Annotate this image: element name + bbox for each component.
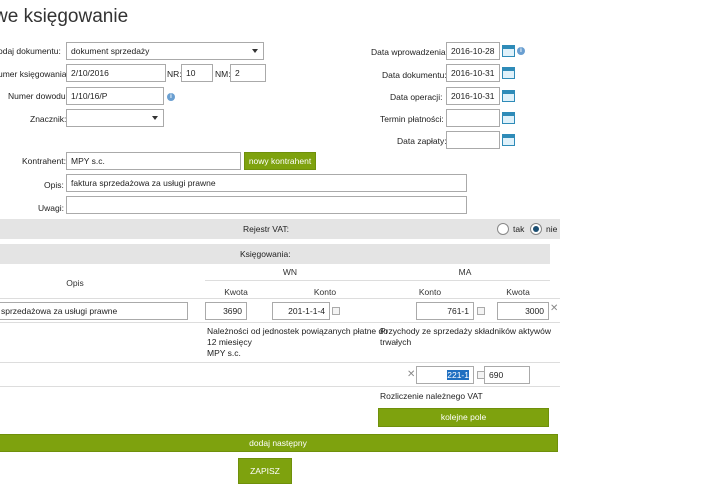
header-divider [205, 280, 550, 281]
row-divider [0, 362, 560, 363]
ma2-amount-input[interactable]: 690 [484, 366, 530, 384]
chevron-down-icon [152, 116, 158, 120]
proof-no-label: Numer dowodu: [8, 91, 69, 101]
calendar-icon[interactable] [502, 67, 515, 79]
nr-label: NR: [167, 69, 182, 79]
nm-input[interactable]: 2 [230, 64, 266, 82]
ma-amount-input[interactable]: 3000 [497, 302, 549, 320]
doc-date-input[interactable]: 2016-10-31 [446, 64, 500, 82]
account-picker-icon[interactable] [477, 307, 485, 315]
doc-type-label: odaj dokumentu: [0, 46, 61, 56]
calendar-icon[interactable] [502, 134, 515, 146]
vat-no-label: nie [546, 224, 558, 234]
col-opis-header: Opis [66, 278, 84, 288]
new-contractor-button[interactable]: nowy kontrahent [244, 152, 316, 170]
marker-select[interactable] [66, 109, 164, 127]
vat-no-radio[interactable] [530, 223, 542, 235]
ma-account-input[interactable]: 761-1 [416, 302, 474, 320]
notes-label: Uwagi: [38, 203, 64, 213]
wn-account-desc-line3: MPY s.c. [207, 348, 241, 358]
col-ma-header: MA [458, 267, 472, 277]
row-divider [0, 386, 560, 387]
vat-register-label: Rejestr VAT: [243, 224, 289, 234]
wn-account-desc-line1: Należności od jednostek powiązanych płat… [207, 326, 388, 336]
description-input[interactable]: faktura sprzedażowa za usługi prawne [66, 174, 467, 192]
chevron-down-icon [252, 49, 258, 53]
contractor-label: Kontrahent: [22, 156, 66, 166]
ma2-account-value: 221-1 [447, 370, 469, 380]
marker-label: Znacznik: [30, 114, 67, 124]
wn-amount-input[interactable]: 3690 [205, 302, 247, 320]
notes-input[interactable] [66, 196, 467, 214]
pay-date-input[interactable] [446, 131, 500, 149]
description-label: Opis: [44, 180, 64, 190]
doc-type-value: dokument sprzedaży [71, 46, 150, 56]
due-date-input[interactable] [446, 109, 500, 127]
pay-date-label: Data zapłaty: [397, 136, 447, 146]
remove-row-icon[interactable]: ✕ [550, 303, 558, 314]
proof-no-input[interactable]: 1/10/16/P [66, 87, 164, 105]
wn-account-input[interactable]: 201-1-1-4 [272, 302, 330, 320]
doc-type-select[interactable]: dokument sprzedaży [66, 42, 264, 60]
calendar-icon[interactable] [502, 45, 515, 57]
account-picker-icon[interactable] [332, 307, 340, 315]
add-next-button[interactable]: dodaj następny [0, 434, 558, 452]
ma2-account-description: Rozliczenie należnego VAT [380, 391, 483, 401]
contractor-input[interactable]: MPY s.c. [66, 152, 241, 170]
col-ma-kwota-header: Kwota [506, 287, 530, 297]
calendar-icon[interactable] [502, 90, 515, 102]
page-title: we księgowanie [0, 6, 129, 27]
ma2-account-input[interactable]: 221-1 [416, 366, 474, 384]
wn-account-desc-line2: 12 miesięcy [207, 337, 252, 347]
vat-yes-radio[interactable] [497, 223, 509, 235]
accounting-no-label: umer księgowania: [0, 69, 69, 79]
ma-account-desc-line1: Przychody ze sprzedaży składników aktywó… [380, 326, 552, 336]
vat-yes-label: tak [513, 224, 525, 234]
save-button[interactable]: ZAPISZ [238, 458, 292, 484]
wn-account-description: Należności od jednostek powiązanych płat… [207, 326, 388, 359]
header-bottom-divider [0, 298, 560, 299]
op-date-label: Data operacji: [390, 92, 443, 102]
ma-account-desc-line2: trwałych [380, 337, 412, 347]
entry-date-label: Data wprowadzenia: [371, 47, 449, 57]
remove-field-icon[interactable]: ✕ [407, 369, 415, 380]
due-date-label: Termin płatności: [380, 114, 444, 124]
calendar-icon[interactable] [502, 112, 515, 124]
doc-date-label: Data dokumentu: [382, 70, 447, 80]
ma-account-description: Przychody ze sprzedaży składników aktywó… [380, 326, 555, 348]
col-wn-kwota-header: Kwota [224, 287, 248, 297]
nm-label: NM: [215, 69, 231, 79]
col-ma-konto-header: Konto [418, 287, 442, 297]
entry-date-input[interactable]: 2016-10-28 [446, 42, 500, 60]
row-description-input[interactable]: sprzedażowa za usługi prawne [0, 302, 188, 320]
accounting-no-input[interactable]: 2/10/2016 [66, 64, 166, 82]
nr-input[interactable]: 10 [181, 64, 213, 82]
col-wn-konto-header: Konto [313, 287, 337, 297]
info-icon[interactable]: i [167, 93, 175, 101]
op-date-input[interactable]: 2016-10-31 [446, 87, 500, 105]
col-wn-header: WN [282, 267, 298, 277]
bookings-label: Księgowania: [240, 249, 291, 259]
next-field-button[interactable]: kolejne pole [378, 408, 549, 427]
info-icon[interactable]: i [517, 47, 525, 55]
row-divider [0, 322, 560, 323]
